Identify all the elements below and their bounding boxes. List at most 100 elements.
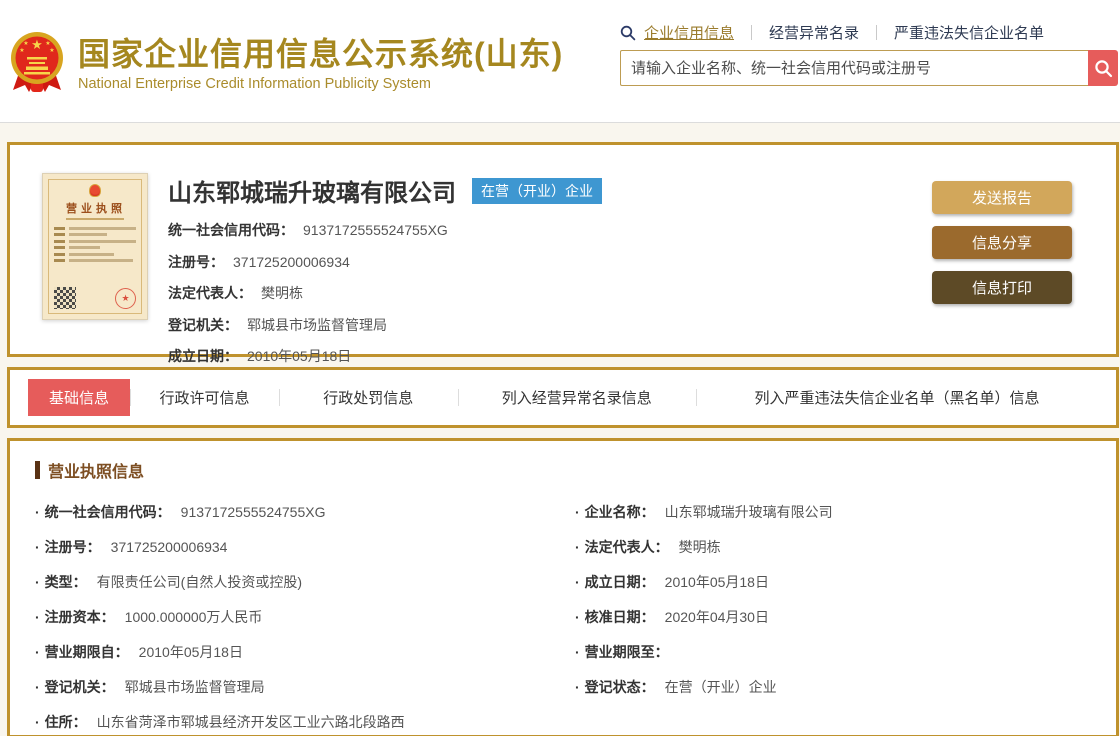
nav-divider bbox=[751, 25, 753, 40]
summary-row: 统一社会信用代码： 9137172555524755XG bbox=[168, 220, 932, 240]
detail-row: 成立日期： 2010年05月18日 bbox=[575, 564, 1091, 599]
svg-text:★: ★ bbox=[49, 47, 54, 54]
field-label: 法定代表人： bbox=[168, 285, 252, 301]
print-info-button[interactable]: 信息打印 bbox=[932, 271, 1072, 304]
license-text-line bbox=[54, 233, 136, 236]
action-buttons: 发送报告 信息分享 信息打印 bbox=[932, 173, 1072, 354]
field-label: 法定代表人： bbox=[584, 538, 669, 555]
detail-row: 营业期限自： 2010年05月18日 bbox=[35, 634, 551, 669]
tab-blacklist[interactable]: 列入严重违法失信企业名单（黑名单）信息 bbox=[695, 387, 1098, 408]
svg-text:★: ★ bbox=[45, 40, 50, 47]
field-value: 9137172555524755XG bbox=[303, 222, 448, 238]
status-badge: 在营（开业）企业 bbox=[472, 177, 602, 204]
tab-administrative-license[interactable]: 行政许可信息 bbox=[130, 387, 279, 408]
field-label: 统一社会信用代码： bbox=[168, 222, 294, 238]
search-bar bbox=[620, 50, 1118, 86]
summary-row: 注册号： 371725200006934 bbox=[168, 252, 932, 272]
site-title: 国家企业信用信息公示系统(山东) bbox=[78, 36, 564, 73]
license-subline bbox=[66, 218, 124, 220]
nav-link-enterprise-credit[interactable]: 企业信用信息 bbox=[644, 22, 734, 43]
license-text-line bbox=[54, 226, 136, 230]
license-text-line bbox=[54, 239, 136, 243]
field-value: 郓城县市场监督管理局 bbox=[124, 678, 265, 695]
license-text-line bbox=[54, 252, 136, 256]
field-label: 营业期限至： bbox=[584, 643, 669, 660]
field-value: 在营（开业）企业 bbox=[664, 678, 777, 695]
field-value: 山东郓城瑞升玻璃有限公司 bbox=[664, 503, 833, 520]
detail-row: 法定代表人： 樊明栋 bbox=[575, 529, 1091, 564]
field-label: 统一社会信用代码： bbox=[44, 503, 171, 520]
summary-row: 登记机关： 郓城县市场监督管理局 bbox=[168, 315, 932, 335]
detail-row: 登记机关： 郓城县市场监督管理局 bbox=[35, 669, 551, 704]
search-input[interactable] bbox=[620, 50, 1088, 86]
license-footer: ★ bbox=[54, 282, 136, 309]
brand-text: 国家企业信用信息公示系统(山东) National Enterprise Cre… bbox=[78, 36, 563, 92]
field-value: 2010年05月18日 bbox=[138, 643, 243, 660]
section-title-text: 营业执照信息 bbox=[48, 464, 145, 481]
field-label: 登记机关： bbox=[44, 678, 115, 695]
emblem-icon bbox=[89, 184, 101, 197]
field-label: 登记状态： bbox=[584, 678, 655, 695]
nav-link-serious-violations[interactable]: 严重违法失信企业名单 bbox=[894, 22, 1044, 43]
field-value: 山东省菏泽市郓城县经济开发区工业六路北段路西 bbox=[96, 713, 405, 730]
site-subtitle: National Enterprise Credit Information P… bbox=[78, 75, 431, 92]
send-report-button[interactable]: 发送报告 bbox=[932, 181, 1072, 214]
tab-administrative-penalty[interactable]: 行政处罚信息 bbox=[278, 387, 458, 408]
field-value: 樊明栋 bbox=[261, 285, 303, 301]
field-label: 注册资本： bbox=[44, 608, 115, 625]
detail-row: 统一社会信用代码： 9137172555524755XG bbox=[35, 494, 551, 529]
tab-basic-info[interactable]: 基础信息 bbox=[28, 379, 131, 416]
license-text-line bbox=[54, 246, 136, 249]
field-label: 营业期限自： bbox=[44, 643, 129, 660]
field-label: 注册号： bbox=[168, 253, 224, 270]
field-value: 9137172555524755XG bbox=[180, 503, 326, 520]
nav-divider bbox=[876, 25, 878, 40]
detail-row: 营业期限至： bbox=[575, 634, 1091, 669]
brand: ★ ★ ★ ★ ★ 国家企业信用信息公示系统(山东) National Ente… bbox=[8, 0, 563, 122]
field-value: 樊明栋 bbox=[678, 538, 721, 555]
field-label: 注册号： bbox=[44, 538, 101, 555]
detail-row: 登记状态： 在营（开业）企业 bbox=[575, 669, 1091, 704]
detail-row: 核准日期： 2020年04月30日 bbox=[575, 599, 1091, 634]
field-label: 核准日期： bbox=[584, 608, 655, 625]
tab-abnormal-operations-list[interactable]: 列入经营异常名录信息 bbox=[457, 387, 696, 408]
field-value: 有限责任公司(自然人投资或控股) bbox=[96, 573, 302, 590]
svg-text:★: ★ bbox=[31, 37, 43, 52]
search-type-nav: 企业信用信息 经营异常名录 严重违法失信企业名单 bbox=[620, 22, 1118, 43]
field-label: 类型： bbox=[44, 573, 87, 590]
nav-link-abnormal-operations[interactable]: 经营异常名录 bbox=[769, 22, 859, 43]
field-value: 1000.000000万人民币 bbox=[124, 608, 263, 625]
search-icon bbox=[1094, 59, 1112, 77]
field-value: 2010年05月18日 bbox=[664, 573, 769, 590]
company-summary-card: 营业执照 ★ 山东郓城瑞升玻璃有限公司 在营（开业）企业 统一社会信用代码： 9… bbox=[7, 142, 1119, 364]
license-details-card: 营业执照信息 统一社会信用代码： 9137172555524755XG 企业名称：… bbox=[7, 438, 1119, 736]
field-value: 371725200006934 bbox=[233, 253, 350, 270]
business-license-thumbnail[interactable]: 营业执照 ★ bbox=[42, 173, 148, 320]
summary-row: 法定代表人： 樊明栋 bbox=[168, 283, 932, 303]
field-value: 郓城县市场监督管理局 bbox=[247, 316, 387, 333]
detail-row: 类型： 有限责任公司(自然人投资或控股) bbox=[35, 564, 551, 599]
main-content: 营业执照 ★ 山东郓城瑞升玻璃有限公司 在营（开业）企业 统一社会信用代码： 9… bbox=[0, 123, 1120, 736]
license-text-line bbox=[54, 259, 136, 262]
red-seal-icon: ★ bbox=[115, 288, 136, 309]
svg-text:★: ★ bbox=[23, 40, 28, 47]
detail-row: 住所： 山东省菏泽市郓城县经济开发区工业六路北段路西 bbox=[35, 704, 1091, 736]
summary-fields: 统一社会信用代码： 9137172555524755XG 注册号： 371725… bbox=[168, 220, 932, 366]
share-info-button[interactable]: 信息分享 bbox=[932, 226, 1072, 259]
qr-code-icon bbox=[54, 287, 76, 309]
section-title-bar bbox=[35, 461, 40, 479]
license-title: 营业执照 bbox=[66, 203, 126, 215]
svg-text:★: ★ bbox=[19, 47, 24, 54]
national-emblem-logo: ★ ★ ★ ★ ★ bbox=[11, 32, 63, 92]
field-label: 成立日期： bbox=[584, 573, 655, 590]
search-button[interactable] bbox=[1088, 50, 1118, 86]
header-search-area: 企业信用信息 经营异常名录 严重违法失信企业名单 bbox=[620, 0, 1118, 122]
detail-row: 注册号： 371725200006934 bbox=[35, 529, 551, 564]
detail-row: 注册资本： 1000.000000万人民币 bbox=[35, 599, 551, 634]
detail-grid: 统一社会信用代码： 9137172555524755XG 企业名称： 山东郓城瑞升玻… bbox=[10, 488, 1116, 736]
field-label: 企业名称： bbox=[584, 503, 655, 520]
section-title: 营业执照信息 bbox=[35, 458, 1116, 482]
company-name: 山东郓城瑞升玻璃有限公司 bbox=[168, 180, 456, 207]
company-info: 山东郓城瑞升玻璃有限公司 在营（开业）企业 统一社会信用代码： 91371725… bbox=[148, 173, 932, 364]
detail-row: 企业名称： 山东郓城瑞升玻璃有限公司 bbox=[575, 494, 1091, 529]
